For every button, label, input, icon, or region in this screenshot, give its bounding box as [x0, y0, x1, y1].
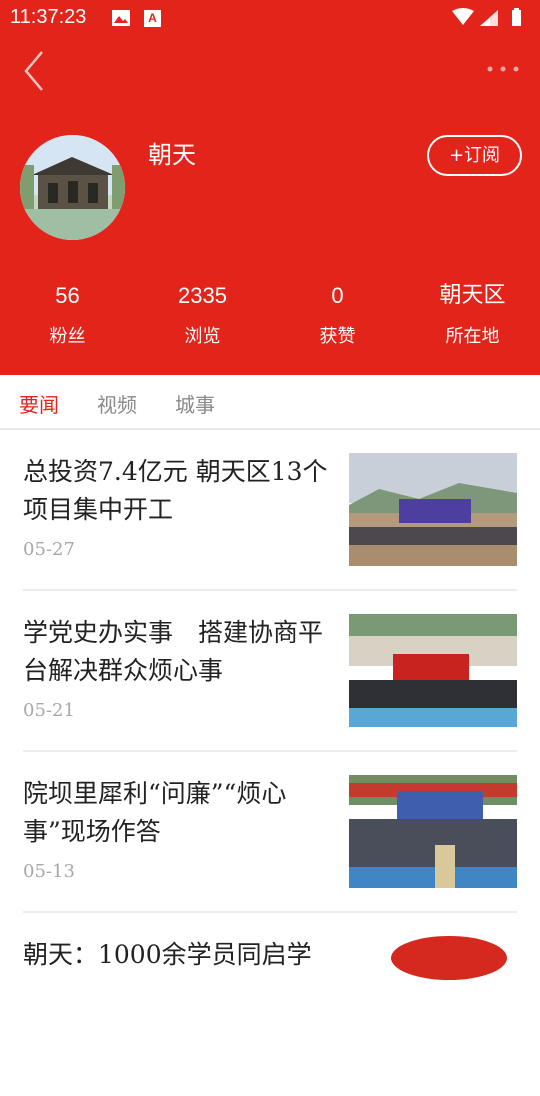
status-time: 11:37:23: [10, 6, 87, 28]
news-date: 05-13: [23, 861, 75, 882]
profile-name: 朝天: [148, 141, 196, 169]
battery-icon: [512, 10, 521, 26]
stat-location[interactable]: 朝天区 所在地: [405, 282, 540, 348]
list-item[interactable]: 朝天：1000余学员同启学: [23, 936, 517, 1096]
stat-label: 粉丝: [49, 326, 86, 347]
stat-label: 所在地: [445, 326, 500, 347]
news-thumbnail: [349, 614, 517, 727]
stat-value: 朝天区: [439, 283, 506, 308]
news-date: 05-27: [23, 539, 75, 560]
stat-likes[interactable]: 0 获赞: [270, 282, 405, 348]
stat-label: 浏览: [184, 326, 221, 347]
news-title: 总投资7.4亿元 朝天区13个项目集中开工: [23, 457, 328, 524]
stat-value: 56: [55, 283, 80, 308]
category-tabs: 要闻 视频 城事: [0, 375, 540, 430]
news-thumbnail: [349, 775, 517, 888]
avatar[interactable]: [20, 135, 125, 240]
tab-headlines[interactable]: 要闻: [19, 389, 59, 418]
more-dots-icon[interactable]: [486, 62, 520, 76]
news-thumbnail: [349, 936, 517, 1049]
status-indicators: [452, 8, 521, 26]
profile-header: 11:37:23 A 朝天 +订阅 56 粉丝 2335 浏览 0 获赞 朝天区…: [0, 0, 540, 375]
status-bar: 11:37:23 A: [0, 0, 540, 36]
wifi-icon: [452, 8, 474, 25]
stat-value: 2335: [178, 283, 227, 308]
stat-views[interactable]: 2335 浏览: [135, 282, 270, 348]
news-thumbnail: [349, 453, 517, 566]
news-title: 朝天：1000余学员同启学: [23, 940, 312, 969]
news-title: 院坝里犀利“问廉”“烦心事”现场作答: [23, 779, 287, 846]
subscribe-button[interactable]: +订阅: [427, 135, 522, 176]
divider: [23, 589, 517, 591]
stat-value: 0: [331, 283, 344, 308]
tab-videos[interactable]: 视频: [97, 389, 137, 418]
divider: [23, 911, 517, 913]
tab-city-news[interactable]: 城事: [175, 389, 215, 418]
stat-fans[interactable]: 56 粉丝: [0, 282, 135, 348]
divider: [23, 750, 517, 752]
back-arrow-icon[interactable]: [18, 48, 58, 94]
news-date: 05-21: [23, 700, 75, 721]
news-title: 学党史办实事 搭建协商平台解决群众烦心事: [23, 618, 324, 685]
stat-label: 获赞: [319, 326, 356, 347]
a-badge-icon: A: [144, 10, 161, 27]
image-icon: [112, 10, 130, 26]
